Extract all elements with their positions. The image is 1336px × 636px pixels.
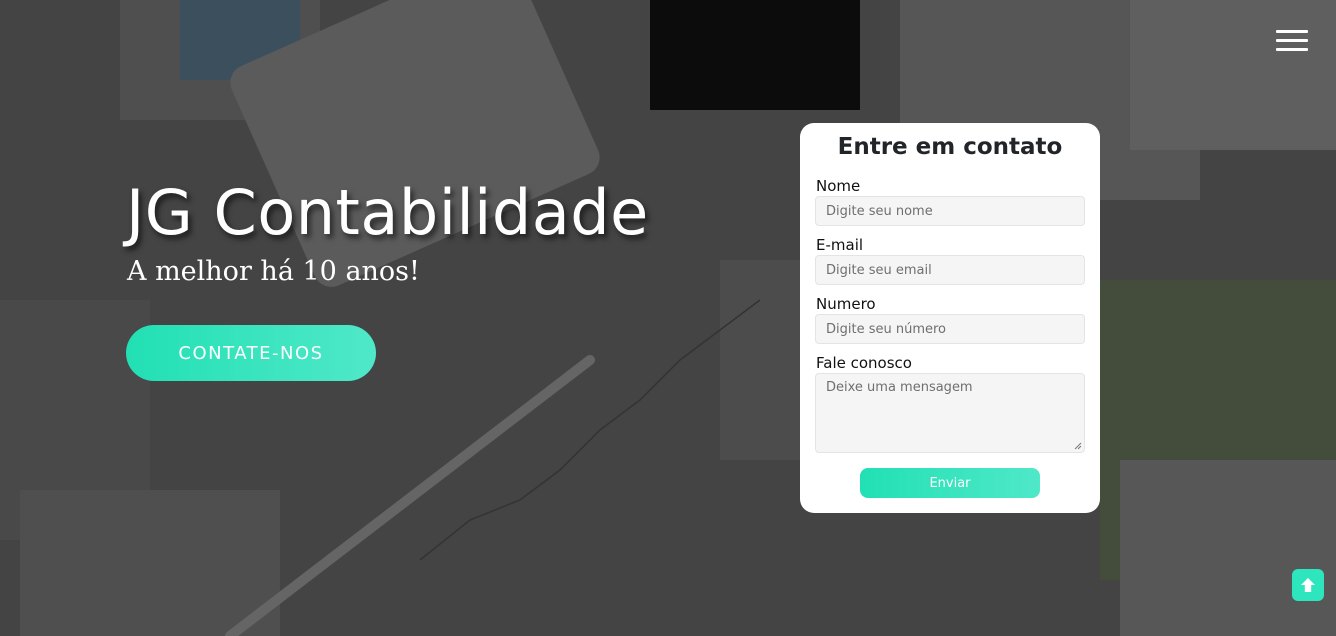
email-field[interactable] xyxy=(815,255,1085,285)
contact-us-button[interactable]: CONTATE-NOS xyxy=(126,325,376,381)
number-field[interactable] xyxy=(815,314,1085,344)
resize-grip-icon[interactable] xyxy=(1074,442,1082,450)
menu-line xyxy=(1276,48,1308,51)
number-label: Numero xyxy=(816,295,876,313)
email-label: E-mail xyxy=(816,236,864,254)
message-field[interactable] xyxy=(815,373,1085,453)
contact-form-title: Entre em contato xyxy=(837,134,1063,160)
scroll-to-top-button[interactable] xyxy=(1292,569,1324,601)
name-label: Nome xyxy=(816,177,861,195)
hero-background xyxy=(0,0,1336,636)
brand-title: JG Contabilidade xyxy=(126,176,649,249)
name-field[interactable] xyxy=(815,196,1085,226)
brand-subtitle: A melhor há 10 anos! xyxy=(127,256,420,287)
submit-button[interactable]: Enviar xyxy=(860,468,1040,498)
menu-line xyxy=(1276,39,1308,42)
contact-form-card: Entre em contato Nome E-mail Numero Fale… xyxy=(800,123,1100,513)
message-label: Fale conosco xyxy=(816,354,912,372)
background-image xyxy=(0,0,1336,636)
hamburger-menu-icon[interactable] xyxy=(1276,30,1308,52)
menu-line xyxy=(1276,30,1308,33)
arrow-up-icon xyxy=(1301,578,1315,592)
